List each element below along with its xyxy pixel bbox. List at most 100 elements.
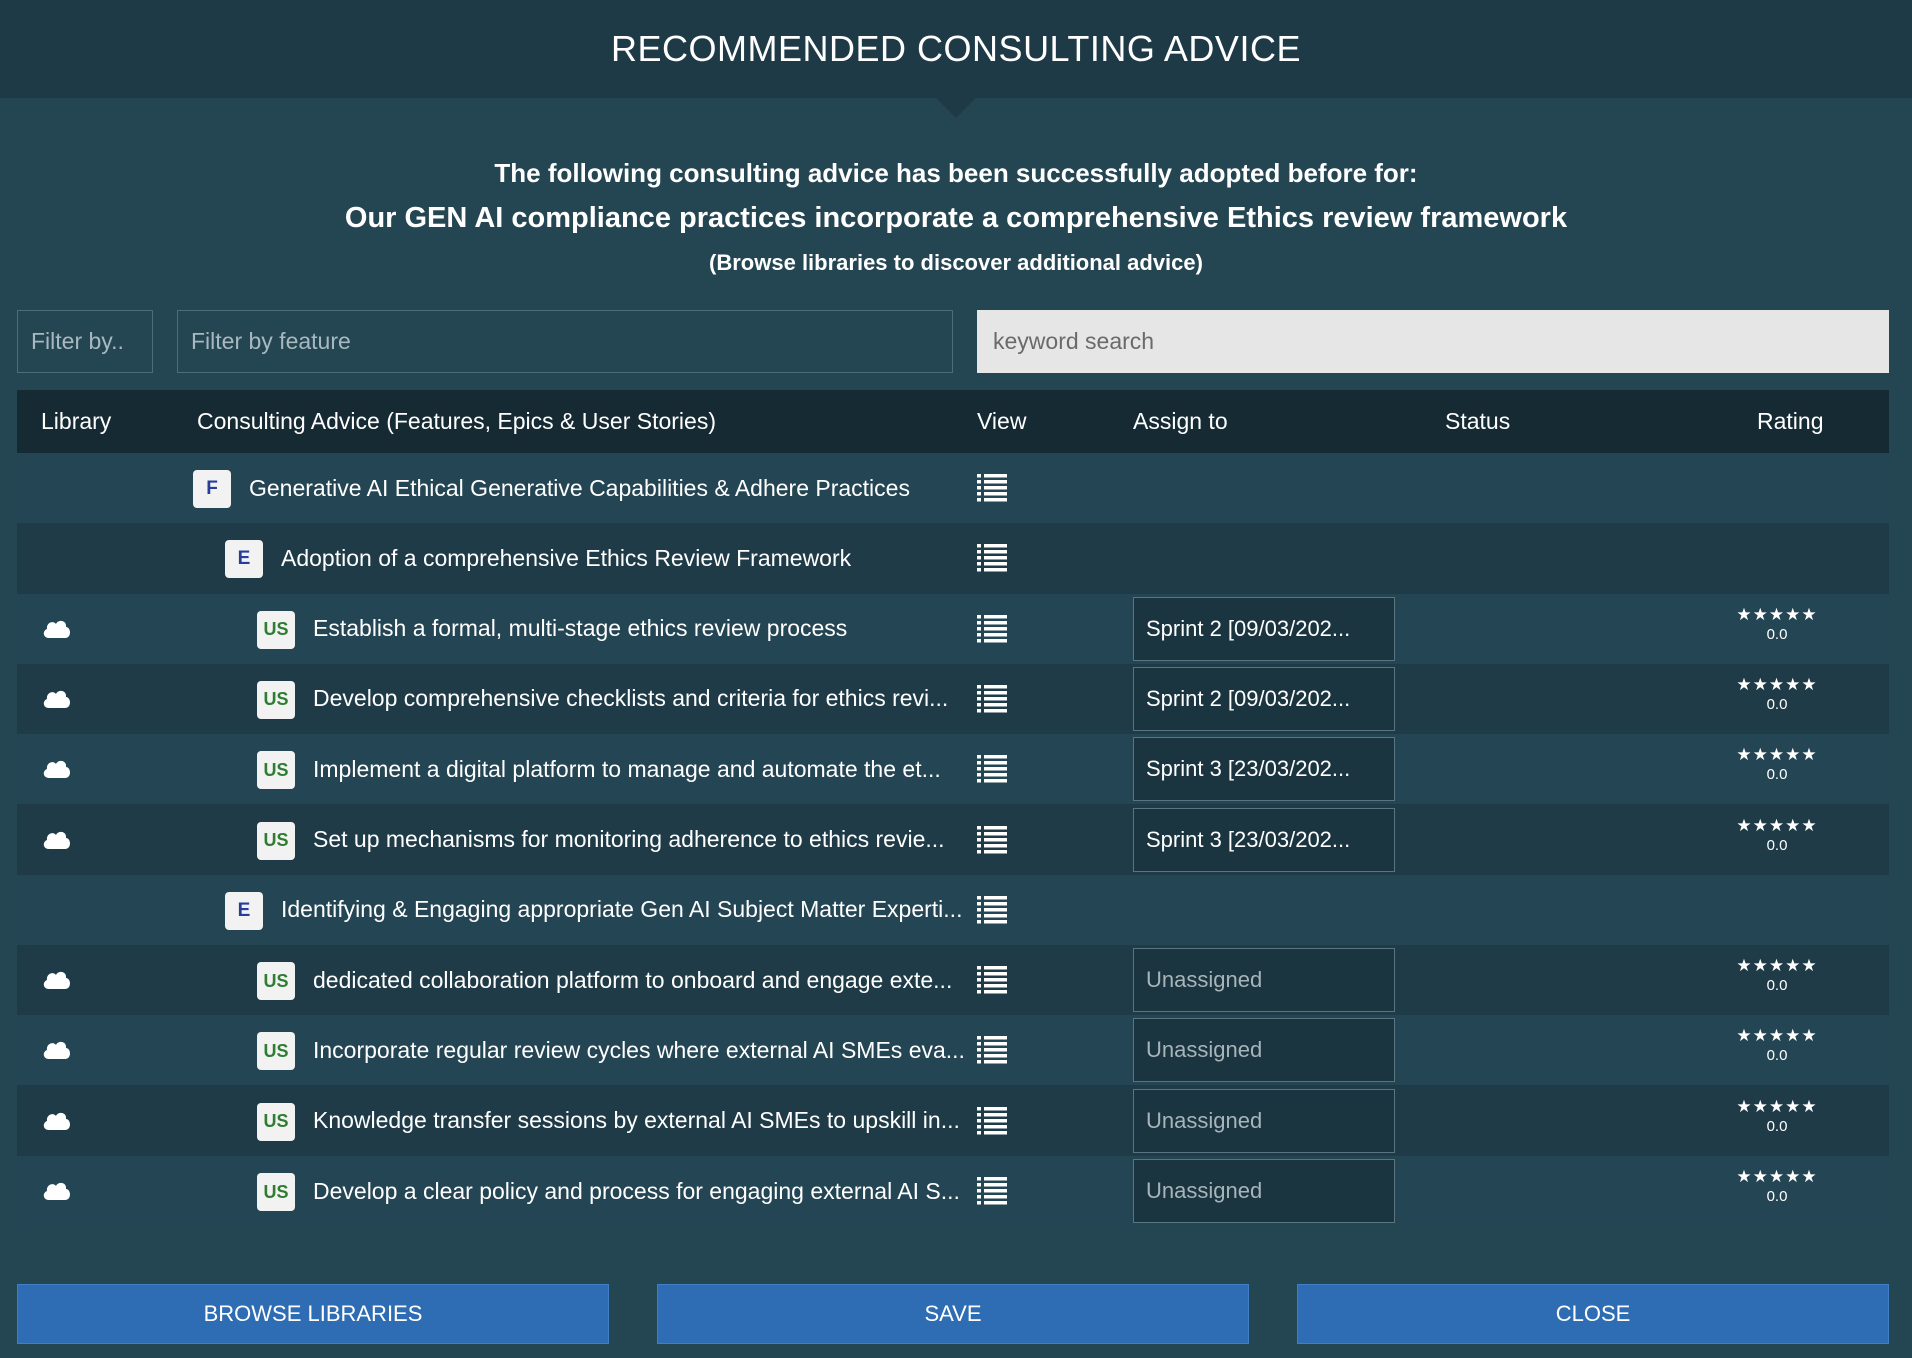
cloud-library-icon (41, 1179, 73, 1201)
column-header-rating[interactable]: Rating (1757, 390, 1823, 453)
keyword-search-input[interactable] (977, 310, 1889, 373)
save-button[interactable]: SAVE (657, 1284, 1249, 1344)
cloud-library-icon (41, 617, 73, 639)
assign-sprint-select[interactable]: Unassigned (1133, 1018, 1395, 1083)
cloud-library-icon (41, 828, 73, 850)
user-story-badge: US (257, 751, 295, 790)
list-view-icon[interactable] (977, 825, 1007, 854)
browse-libraries-button[interactable]: BROWSE LIBRARIES (17, 1284, 609, 1344)
list-view-icon[interactable] (977, 474, 1007, 502)
epic-badge: E (225, 540, 263, 579)
list-view-icon[interactable] (977, 1036, 1007, 1064)
epic-row[interactable]: E Identifying & Engaging appropriate Gen … (17, 874, 1889, 945)
advice-label: Establish a formal, multi-stage ethics r… (313, 615, 848, 642)
assign-sprint-select[interactable]: Sprint 3 [23/03/202... (1133, 807, 1395, 872)
advice-label: Knowledge transfer sessions by external … (313, 1107, 960, 1134)
user-story-badge: US (257, 610, 295, 649)
close-button[interactable]: CLOSE (1297, 1284, 1889, 1344)
rating-value: 0.0 (1766, 625, 1788, 643)
column-header-view[interactable]: View (977, 390, 1026, 453)
star-rating-icons[interactable]: ★★★★★ (1727, 745, 1827, 765)
column-header-library[interactable]: Library (41, 390, 111, 453)
intro-line-2: Our GEN AI compliance practices incorpor… (344, 202, 1568, 234)
user-story-row[interactable]: US Set up mechanisms for monitoring adher… (17, 804, 1889, 875)
cloud-library-icon (41, 757, 73, 779)
column-header-assign[interactable]: Assign to (1133, 390, 1228, 453)
assign-sprint-select[interactable]: Unassigned (1133, 1088, 1395, 1153)
user-story-badge: US (257, 821, 295, 860)
cloud-library-icon (41, 1109, 73, 1131)
list-view-icon[interactable] (977, 966, 1007, 994)
advice-label: Incorporate regular review cycles where … (313, 1036, 965, 1063)
list-view-icon[interactable] (977, 1177, 1007, 1205)
rating-widget[interactable]: ★★★★★ 0.0 (1727, 1026, 1827, 1066)
advice-label: Identifying & Engaging appropriate Gen A… (281, 896, 963, 923)
rating-widget[interactable]: ★★★★★ 0.0 (1727, 816, 1827, 856)
user-story-row[interactable]: US dedicated collaboration platform to on… (17, 945, 1889, 1016)
rating-widget[interactable]: ★★★★★ 0.0 (1727, 605, 1827, 645)
user-story-row[interactable]: US Develop a clear policy and process for… (17, 1156, 1889, 1226)
rating-widget[interactable]: ★★★★★ 0.0 (1727, 745, 1827, 785)
list-view-icon[interactable] (977, 614, 1007, 643)
user-story-badge: US (257, 1102, 295, 1141)
assign-sprint-select[interactable]: Unassigned (1133, 1159, 1395, 1223)
rating-value: 0.0 (1766, 766, 1788, 784)
advice-table: Library Consulting Advice (Features, Epi… (17, 390, 1889, 1226)
star-rating-icons[interactable]: ★★★★★ (1727, 675, 1827, 695)
table-header: Library Consulting Advice (Features, Epi… (17, 390, 1889, 453)
advice-label: Develop a clear policy and process for e… (313, 1177, 960, 1204)
star-rating-icons[interactable]: ★★★★★ (1727, 956, 1827, 976)
user-story-badge: US (257, 680, 295, 719)
cloud-library-icon (41, 968, 73, 990)
rating-widget[interactable]: ★★★★★ 0.0 (1727, 675, 1827, 715)
assign-sprint-select[interactable]: Unassigned (1133, 948, 1395, 1013)
rating-value: 0.0 (1766, 836, 1788, 854)
rating-value: 0.0 (1766, 1047, 1788, 1065)
rating-value: 0.0 (1766, 1188, 1788, 1205)
assign-sprint-select[interactable]: Sprint 2 [09/03/202... (1133, 666, 1395, 731)
user-story-badge: US (257, 962, 295, 1001)
star-rating-icons[interactable]: ★★★★★ (1727, 1026, 1827, 1046)
list-view-icon[interactable] (977, 1106, 1007, 1135)
header-pointer (936, 98, 976, 118)
user-story-badge: US (257, 1173, 295, 1211)
rating-value: 0.0 (1766, 977, 1788, 995)
advice-label: Implement a digital platform to manage a… (313, 755, 941, 782)
epic-badge: E (225, 891, 263, 930)
advice-label: Set up mechanisms for monitoring adheren… (313, 826, 945, 852)
list-view-icon[interactable] (977, 895, 1007, 924)
rating-value: 0.0 (1766, 695, 1788, 713)
column-header-status[interactable]: Status (1445, 390, 1510, 453)
intro-line-3: (Browse libraries to discover additional… (709, 250, 1203, 275)
advice-label: Develop comprehensive checklists and cri… (313, 685, 949, 712)
star-rating-icons[interactable]: ★★★★★ (1727, 1167, 1827, 1187)
epic-row[interactable]: E Adoption of a comprehensive Ethics Revi… (17, 523, 1889, 594)
advice-label: Generative AI Ethical Generative Capabil… (249, 474, 910, 501)
star-rating-icons[interactable]: ★★★★★ (1727, 1097, 1827, 1117)
user-story-row[interactable]: US Incorporate regular review cycles wher… (17, 1015, 1889, 1086)
list-view-icon[interactable] (977, 755, 1007, 783)
star-rating-icons[interactable]: ★★★★★ (1727, 816, 1827, 836)
user-story-badge: US (257, 1032, 295, 1071)
advice-label: Adoption of a comprehensive Ethics Revie… (281, 544, 852, 571)
user-story-row[interactable]: US Knowledge transfer sessions by externa… (17, 1085, 1889, 1156)
assign-sprint-select[interactable]: Sprint 3 [23/03/202... (1133, 737, 1395, 802)
advice-label: dedicated collaboration platform to onbo… (313, 966, 953, 993)
feature-filter-dropdown[interactable]: Filter by feature (177, 310, 953, 373)
cloud-library-icon (41, 1038, 73, 1060)
assign-sprint-select[interactable]: Sprint 2 [09/03/202... (1133, 596, 1395, 661)
rating-widget[interactable]: ★★★★★ 0.0 (1727, 1097, 1827, 1137)
user-story-row[interactable]: US Develop comprehensive checklists and c… (17, 663, 1889, 734)
rating-widget[interactable]: ★★★★★ 0.0 (1727, 1167, 1827, 1207)
rating-value: 0.0 (1766, 1117, 1788, 1135)
rating-widget[interactable]: ★★★★★ 0.0 (1727, 956, 1827, 996)
library-filter-dropdown[interactable]: Filter by.. (17, 310, 153, 373)
list-view-icon[interactable] (977, 684, 1007, 713)
user-story-row[interactable]: US Implement a digital platform to manage… (17, 734, 1889, 805)
column-header-advice[interactable]: Consulting Advice (Features, Epics & Use… (197, 390, 716, 453)
user-story-row[interactable]: US Establish a formal, multi-stage ethics… (17, 593, 1889, 664)
feature-row[interactable]: F Generative AI Ethical Generative Capabi… (17, 453, 1889, 523)
feature-badge: F (193, 470, 231, 508)
star-rating-icons[interactable]: ★★★★★ (1727, 605, 1827, 625)
list-view-icon[interactable] (977, 544, 1007, 572)
